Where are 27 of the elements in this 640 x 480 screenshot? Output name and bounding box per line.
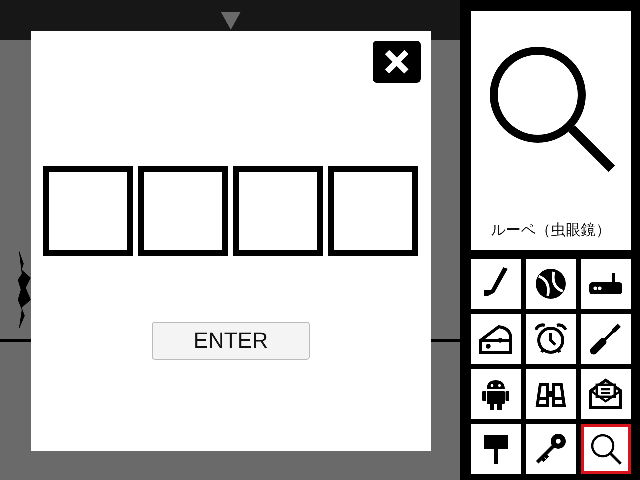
inventory-slot[interactable] bbox=[526, 369, 576, 419]
down-triangle-icon[interactable] bbox=[221, 12, 241, 30]
ball-icon bbox=[533, 266, 569, 302]
close-icon bbox=[384, 49, 410, 75]
inventory-slot[interactable] bbox=[471, 314, 521, 364]
envelope-icon bbox=[588, 376, 624, 412]
inventory-slot[interactable] bbox=[526, 424, 576, 474]
close-button[interactable] bbox=[373, 41, 421, 83]
alarm-clock-icon bbox=[533, 321, 569, 357]
inventory-slot[interactable] bbox=[471, 424, 521, 474]
magnifier-icon bbox=[488, 45, 618, 175]
item-name: ルーペ（虫眼鏡） bbox=[491, 221, 611, 240]
inventory-slot[interactable] bbox=[471, 259, 521, 309]
inventory-slot[interactable] bbox=[581, 424, 631, 474]
digit-field[interactable] bbox=[43, 166, 133, 256]
inventory-slot[interactable] bbox=[581, 314, 631, 364]
digit-field[interactable] bbox=[328, 166, 418, 256]
inventory-slot[interactable] bbox=[526, 314, 576, 364]
screwdriver-icon bbox=[588, 321, 624, 357]
digit-field[interactable] bbox=[233, 166, 323, 256]
inventory-slot[interactable] bbox=[526, 259, 576, 309]
digit-field[interactable] bbox=[138, 166, 228, 256]
spiky-shape-icon bbox=[18, 250, 31, 330]
inventory-slot[interactable] bbox=[581, 369, 631, 419]
inventory-slot[interactable] bbox=[471, 369, 521, 419]
enter-button[interactable]: ENTER bbox=[152, 322, 310, 360]
inventory-slot[interactable] bbox=[581, 259, 631, 309]
